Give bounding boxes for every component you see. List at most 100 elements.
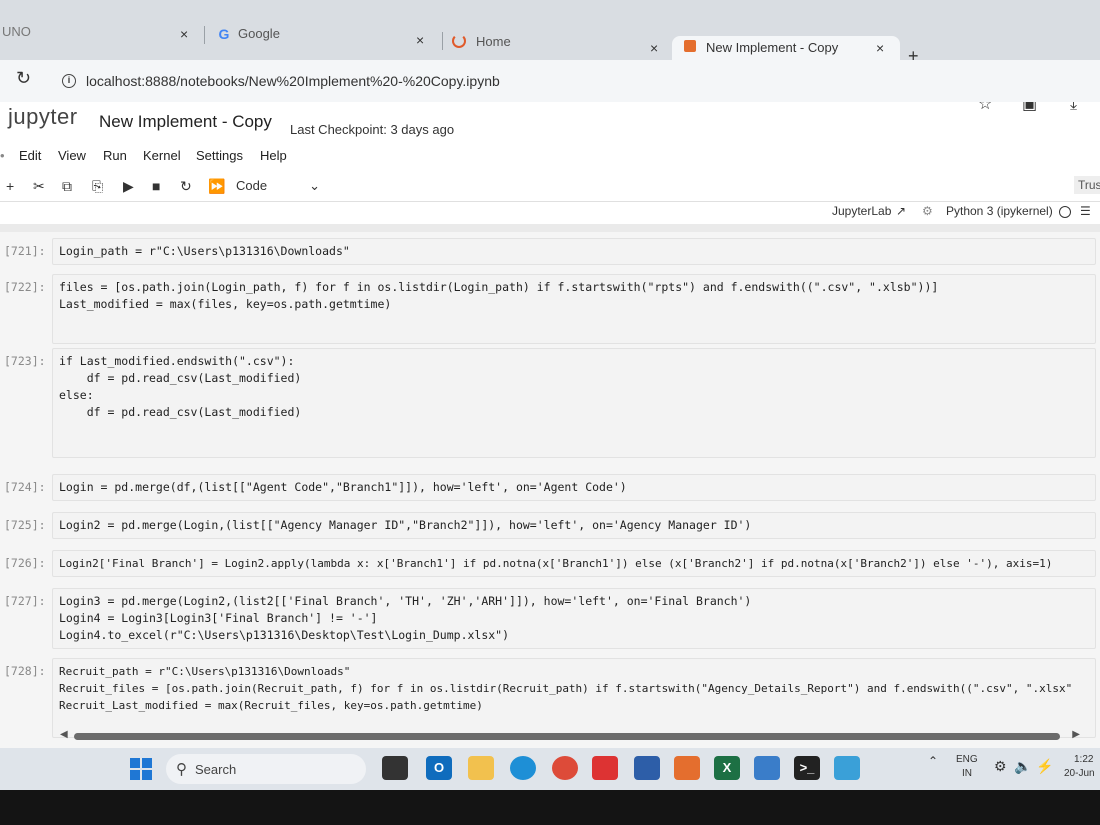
download-icon[interactable]: ⤓ <box>1070 102 1077 114</box>
menu-help[interactable]: Help <box>260 148 287 163</box>
battery-icon[interactable]: ⚡ <box>1036 758 1053 775</box>
reload-icon[interactable]: ↻ <box>16 68 31 89</box>
cell-input[interactable]: Login3 = pd.merge(Login2,(list2[['Final … <box>52 588 1096 649</box>
tab-label: Google <box>238 26 280 41</box>
notepad-icon[interactable] <box>834 756 860 780</box>
execution-prompt: [727]: <box>4 594 46 608</box>
address-bar[interactable]: i localhost:8888/notebooks/New%20Impleme… <box>50 66 1030 96</box>
menu-view[interactable]: View <box>58 148 86 163</box>
url-text: localhost:8888/notebooks/New%20Implement… <box>86 73 500 89</box>
excel-icon[interactable]: X <box>714 756 740 780</box>
scrollbar-thumb[interactable] <box>74 733 1060 740</box>
notebook-toolbar: + ✂ ⧉ ⎘ ▶ ■ ↻ ⏩ Code ⌄ Trus <box>0 172 1100 202</box>
extensions-icon[interactable]: ▣ <box>1022 102 1037 114</box>
cell-code: files = [os.path.join(Login_path, f) for… <box>59 280 939 311</box>
browser-tab-strip: UNO × G Google × Home × New Implement - … <box>0 0 1100 69</box>
chevron-down-icon: ⌄ <box>309 178 320 193</box>
chevron-up-icon[interactable]: ⌃ <box>928 754 938 768</box>
jupyter-tab-icon <box>684 40 696 52</box>
paste-icon[interactable]: ⎘ <box>92 178 103 195</box>
tab-new-implement-copy[interactable]: New Implement - Copy × <box>672 36 900 60</box>
cut-icon[interactable]: ✂ <box>33 178 45 195</box>
cell-code: Login_path = r"C:\Users\p131316\Download… <box>59 244 350 258</box>
cell-code: Login2['Final Branch'] = Login2.apply(la… <box>59 557 1053 570</box>
execution-prompt: [726]: <box>4 556 46 570</box>
kernel-status-icon <box>1059 206 1071 218</box>
cell-input[interactable]: Login2['Final Branch'] = Login2.apply(la… <box>52 550 1096 577</box>
execution-prompt: [722]: <box>4 280 46 294</box>
menu-edit[interactable]: Edit <box>19 148 41 163</box>
outlook-icon[interactable]: O <box>426 756 452 780</box>
run-icon[interactable]: ▶ <box>123 178 134 195</box>
cell-code: Recruit_path = r"C:\Users\p131316\Downlo… <box>59 665 1073 712</box>
close-tab-icon[interactable]: × <box>416 32 424 48</box>
cell-type-select[interactable]: Code ⌄ <box>236 178 320 193</box>
bookmark-star-icon[interactable]: ☆ <box>978 102 992 114</box>
menu-kernel[interactable]: Kernel <box>143 148 181 163</box>
cell-input[interactable]: Login = pd.merge(df,(list[["Agent Code",… <box>52 474 1096 501</box>
close-tab-icon[interactable]: × <box>876 40 884 56</box>
chrome-icon[interactable] <box>552 756 578 780</box>
task-view-icon[interactable] <box>382 756 408 780</box>
menu-icon[interactable]: ☰ <box>1080 204 1091 218</box>
jupyter-logo[interactable]: jupyter <box>8 104 78 130</box>
cell-input[interactable]: if Last_modified.endswith(".csv"): df = … <box>52 348 1096 458</box>
app-icon[interactable] <box>592 756 618 780</box>
volume-icon[interactable]: 🔈 <box>1014 758 1031 775</box>
tab-home[interactable]: Home × <box>450 18 665 56</box>
home-tab-icon <box>452 34 466 48</box>
run-all-icon[interactable]: ⏩ <box>208 178 225 195</box>
jupyter-app-icon[interactable] <box>674 756 700 780</box>
stop-icon[interactable]: ■ <box>152 178 160 194</box>
gear-icon[interactable]: ⚙ <box>922 204 933 218</box>
menu-run[interactable]: Run <box>103 148 127 163</box>
insert-cell-icon[interactable]: + <box>6 178 14 194</box>
kernel-name[interactable]: Python 3 (ipykernel) <box>946 204 1053 218</box>
notebook-title[interactable]: New Implement - Copy <box>99 112 272 132</box>
cell-code: if Last_modified.endswith(".csv"): df = … <box>59 354 302 419</box>
scroll-right-icon[interactable]: ▶ <box>1072 729 1080 740</box>
photos-icon[interactable] <box>754 756 780 780</box>
scroll-left-icon[interactable]: ◀ <box>60 729 68 740</box>
cell-code: Login = pd.merge(df,(list[["Agent Code",… <box>59 480 627 494</box>
cell-input[interactable]: Login2 = pd.merge(Login,(list[["Agency M… <box>52 512 1096 539</box>
close-tab-icon[interactable]: × <box>650 40 658 56</box>
cell-input[interactable]: files = [os.path.join(Login_path, f) for… <box>52 274 1096 344</box>
tab-label: Home <box>476 34 511 49</box>
terminal-icon[interactable]: >_ <box>794 756 820 780</box>
jupyterlab-link[interactable]: JupyterLab <box>832 204 891 218</box>
jupyter-header: jupyter New Implement - Copy Last Checkp… <box>0 102 1100 142</box>
windows-start-icon[interactable] <box>130 758 152 780</box>
checkpoint-status: Last Checkpoint: 3 days ago <box>290 122 455 137</box>
clock-date[interactable]: 20-Jun <box>1064 768 1095 779</box>
windows-taskbar: ⚲ Search O X >_ ⌃ ENG IN ⚙ 🔈 ⚡ 1:22 20-J… <box>0 748 1100 790</box>
browser-toolbar: ↻ i localhost:8888/notebooks/New%20Imple… <box>0 60 1100 102</box>
notebook-cells: [721]: Login_path = r"C:\Users\p131316\D… <box>0 224 1100 750</box>
store-icon[interactable] <box>634 756 660 780</box>
clock-time[interactable]: 1:22 <box>1074 754 1093 765</box>
cell-input[interactable]: Recruit_path = r"C:\Users\p131316\Downlo… <box>52 658 1096 738</box>
kernel-bar: JupyterLab ↗ ⚙ Python 3 (ipykernel) ☰ <box>0 202 1100 224</box>
trusted-indicator[interactable]: Trus <box>1074 176 1100 194</box>
menu-settings[interactable]: Settings <box>196 148 243 163</box>
close-tab-icon[interactable]: × <box>180 26 188 42</box>
cell-type-value: Code <box>236 178 268 193</box>
horizontal-scrollbar[interactable]: ◀ ▶ <box>60 729 1080 740</box>
tab-separator <box>442 32 443 50</box>
restart-icon[interactable]: ↻ <box>180 178 192 195</box>
taskbar-search[interactable]: ⚲ Search <box>166 754 366 784</box>
edge-icon[interactable] <box>510 756 536 780</box>
execution-prompt: [723]: <box>4 354 46 368</box>
external-link-icon[interactable]: ↗ <box>896 204 906 218</box>
tab-uno[interactable]: UNO × <box>0 18 200 54</box>
file-menu-edge[interactable]: • <box>0 148 5 163</box>
tab-google[interactable]: G Google × <box>212 18 437 54</box>
network-icon[interactable]: ⚙ <box>994 758 1007 775</box>
language-indicator[interactable]: ENG <box>956 754 978 765</box>
tab-label: New Implement - Copy <box>706 40 839 55</box>
copy-icon[interactable]: ⧉ <box>62 178 72 195</box>
cell-input[interactable]: Login_path = r"C:\Users\p131316\Download… <box>52 238 1096 265</box>
info-icon[interactable]: i <box>62 74 76 88</box>
file-explorer-icon[interactable] <box>468 756 494 780</box>
cell-separator <box>0 224 1100 232</box>
